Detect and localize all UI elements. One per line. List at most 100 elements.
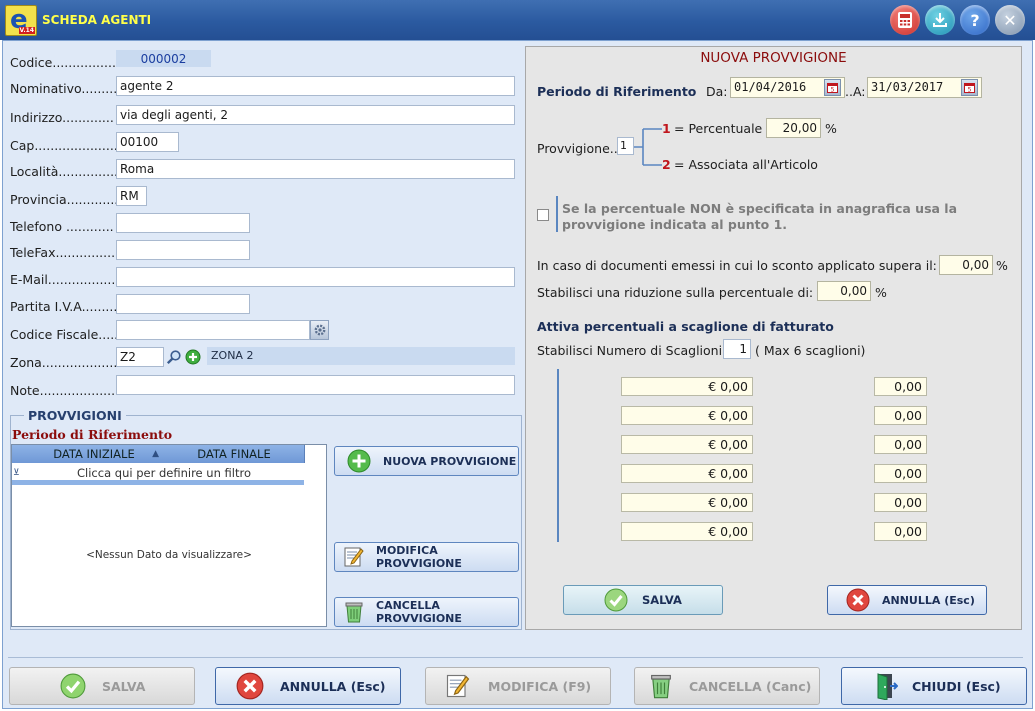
- scaglione-importo-4[interactable]: € 0,00: [621, 464, 753, 483]
- telefono-field[interactable]: [116, 213, 250, 233]
- filter-icon: ⊻: [13, 468, 20, 478]
- edit-notepad-icon: [444, 672, 472, 700]
- indirizzo-field[interactable]: via degli agenti, 2: [116, 105, 515, 125]
- piva-label: Partita I.V.A.........: [10, 299, 118, 314]
- scaglione-importo-2[interactable]: € 0,00: [621, 406, 753, 425]
- cancella-button[interactable]: CANCELLA (Canc): [634, 667, 820, 705]
- provvigione-label: Provvigione..: [537, 141, 618, 156]
- localita-field[interactable]: Roma: [116, 159, 515, 179]
- provvigione-type-field[interactable]: 1: [617, 137, 634, 155]
- scaglione-importo-5[interactable]: € 0,00: [621, 493, 753, 512]
- add-zone-icon[interactable]: [184, 348, 202, 366]
- nominativo-field[interactable]: agente 2: [116, 76, 515, 96]
- checkbox-text-line-1: Se la percentuale NON è specificata in a…: [562, 201, 958, 216]
- nominativo-label: Nominativo.........: [10, 81, 118, 96]
- localita-label: Località...............: [10, 164, 119, 179]
- zona-description: ZONA 2: [207, 347, 515, 365]
- window-title: SCHEDA AGENTI: [42, 13, 152, 27]
- percentuale-field[interactable]: 20,00: [766, 118, 821, 138]
- cap-field[interactable]: 00100: [116, 132, 179, 152]
- svg-text:5: 5: [968, 87, 972, 93]
- cap-label: Cap......................: [10, 138, 122, 153]
- note-label: Note.......................: [10, 383, 131, 398]
- scaglione-perc-4[interactable]: 0,00: [874, 464, 927, 483]
- modifica-button[interactable]: MODIFICA (F9): [425, 667, 611, 705]
- app-logo-icon: e V.14: [5, 5, 37, 36]
- grid-filter-row[interactable]: ⊻ Clicca qui per definire un filtro: [12, 463, 304, 485]
- column-header-data-finale[interactable]: DATA FINALE: [164, 445, 305, 463]
- scaglioni-divider: [557, 369, 559, 542]
- scaglioni-title: Attiva percentuali a scaglione di fattur…: [537, 319, 834, 334]
- telefax-field[interactable]: [116, 240, 250, 260]
- num-scaglioni-note: ( Max 6 scaglioni): [755, 343, 866, 358]
- provincia-field[interactable]: RM: [116, 186, 147, 206]
- scaglione-perc-1[interactable]: 0,00: [874, 377, 927, 396]
- modifica-provvigione-button[interactable]: MODIFICA PROVVIGIONE: [334, 542, 519, 572]
- data-da-value: 01/04/2016: [734, 80, 807, 94]
- download-icon[interactable]: [925, 5, 955, 35]
- scaglione-perc-2[interactable]: 0,00: [874, 406, 927, 425]
- close-icon[interactable]: ✕: [995, 5, 1025, 35]
- email-field[interactable]: [116, 267, 515, 287]
- telefono-label: Telefono ............: [10, 219, 114, 234]
- chiudi-label: CHIUDI (Esc): [912, 678, 1001, 694]
- modifica-label: MODIFICA (F9): [488, 678, 592, 694]
- piva-field[interactable]: [116, 294, 250, 314]
- periodo-label: Periodo di Riferimento: [537, 84, 697, 99]
- grid-filter-hint: Clicca qui per definire un filtro: [77, 466, 251, 480]
- calculator-icon[interactable]: [890, 5, 920, 35]
- column-header-label: DATA INIZIALE: [53, 447, 135, 461]
- cancella-provvigione-button[interactable]: CANCELLA PROVVIGIONE: [334, 597, 519, 627]
- salva-button[interactable]: SALVA: [9, 667, 195, 705]
- calendar-da-icon[interactable]: 5: [824, 79, 841, 96]
- column-header-data-iniziale[interactable]: DATA INIZIALE ▲: [24, 445, 165, 463]
- scaglione-importo-3[interactable]: € 0,00: [621, 435, 753, 454]
- zona-field[interactable]: Z2: [116, 347, 164, 367]
- zona-label: Zona....................: [10, 355, 122, 370]
- scaglione-importo-1[interactable]: € 0,00: [621, 377, 753, 396]
- cancel-icon: [846, 588, 870, 612]
- plus-circle-icon: [347, 449, 371, 473]
- modifica-provvigione-label: MODIFICA PROVVIGIONE: [376, 544, 462, 570]
- panel-annulla-button[interactable]: ANNULLA (Esc): [827, 585, 987, 615]
- annulla-button[interactable]: ANNULLA (Esc): [215, 667, 401, 705]
- usa-provvigione-checkbox[interactable]: [537, 209, 549, 221]
- sconto-unit: %: [996, 258, 1008, 273]
- riduzione-unit: %: [875, 285, 887, 300]
- logo-version: V.14: [18, 27, 35, 34]
- codice-field: 000002: [116, 50, 211, 67]
- gear-icon[interactable]: [310, 320, 329, 340]
- nuova-provvigione-button[interactable]: NUOVA PROVVIGIONE: [334, 446, 519, 476]
- a-label: ..A:: [845, 84, 866, 99]
- help-icon[interactable]: ?: [960, 5, 990, 35]
- scaglione-perc-6[interactable]: 0,00: [874, 522, 927, 541]
- sconto-label: In caso di documenti emessi in cui lo sc…: [537, 258, 937, 273]
- calendar-a-icon[interactable]: 5: [961, 79, 978, 96]
- periodo-riferimento-title: Periodo di Riferimento: [12, 427, 173, 442]
- search-icon[interactable]: [165, 348, 183, 366]
- check-icon: [60, 673, 86, 699]
- note-field[interactable]: [116, 375, 515, 395]
- telefax-label: TeleFax................: [10, 245, 120, 260]
- scaglione-importo-6[interactable]: € 0,00: [621, 522, 753, 541]
- num-scaglioni-field[interactable]: 1: [723, 339, 751, 359]
- title-bar: [0, 0, 1035, 40]
- checkbox-text-line-2: provvigione indicata al punto 1.: [562, 217, 788, 232]
- scaglione-perc-5[interactable]: 0,00: [874, 493, 927, 512]
- percentuale-unit: %: [825, 121, 837, 136]
- nuova-provvigione-label: NUOVA PROVVIGIONE: [383, 454, 517, 468]
- riduzione-field[interactable]: 0,00: [817, 281, 871, 301]
- indirizzo-label: Indirizzo.............: [10, 110, 114, 125]
- scaglione-perc-3[interactable]: 0,00: [874, 435, 927, 454]
- num-scaglioni-label: Stabilisci Numero di Scaglioni.: [537, 343, 727, 358]
- codice-fiscale-label: Codice Fiscale.......: [10, 327, 127, 342]
- panel-salva-button[interactable]: SALVA: [563, 585, 723, 615]
- edit-notepad-icon: [342, 545, 366, 569]
- annulla-label: ANNULLA (Esc): [280, 678, 386, 694]
- cancel-icon: [236, 672, 264, 700]
- da-label: Da:: [706, 84, 728, 99]
- sconto-field[interactable]: 0,00: [939, 255, 993, 275]
- chiudi-button[interactable]: CHIUDI (Esc): [841, 667, 1027, 705]
- codice-fiscale-field[interactable]: [116, 320, 310, 340]
- provvigioni-grid[interactable]: DATA INIZIALE ▲ DATA FINALE ⊻ Clicca qui…: [11, 444, 327, 627]
